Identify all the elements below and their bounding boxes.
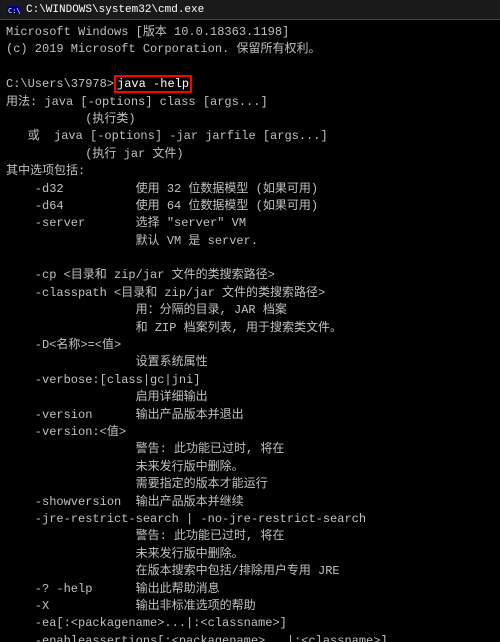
cmd-icon: C:\ bbox=[6, 3, 20, 17]
title-bar: C:\ C:\WINDOWS\system32\cmd.exe bbox=[0, 0, 500, 20]
terminal[interactable]: Microsoft Windows [版本 10.0.18363.1198] (… bbox=[0, 20, 500, 642]
line-1: Microsoft Windows [版本 10.0.18363.1198] (… bbox=[6, 25, 395, 642]
svg-text:C:\: C:\ bbox=[8, 7, 20, 15]
title-text: C:\WINDOWS\system32\cmd.exe bbox=[26, 4, 204, 16]
